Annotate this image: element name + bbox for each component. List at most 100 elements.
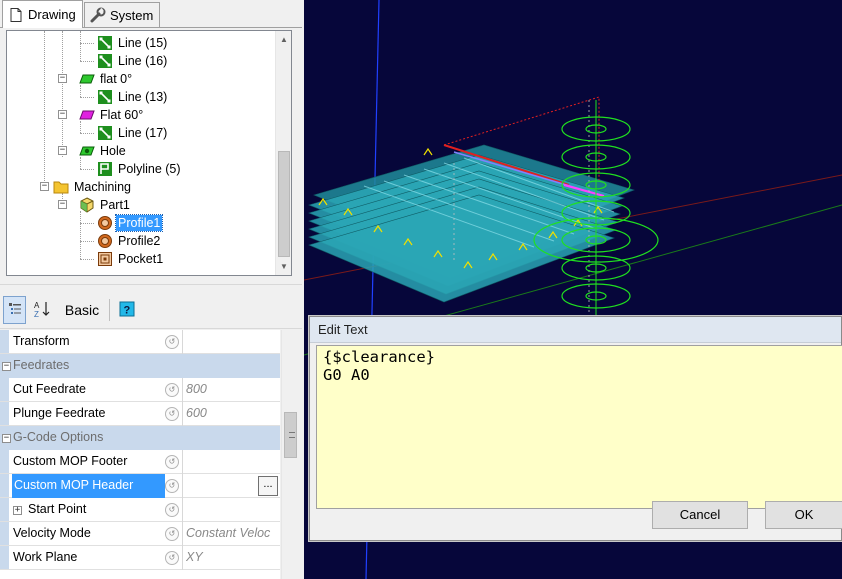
prop-row-start-point[interactable]: + Start Point ↺ (0, 498, 280, 522)
prop-category-gcode-options[interactable]: − G-Code Options (0, 426, 280, 450)
tree-connector (80, 211, 81, 259)
sort-az-icon: AZ (33, 300, 51, 321)
prop-gutter (0, 378, 9, 401)
prop-value[interactable] (186, 330, 280, 354)
prop-category-feedrates[interactable]: − Feedrates (0, 354, 280, 378)
svg-text:A: A (34, 301, 40, 310)
folder-icon (53, 179, 69, 195)
default-reset-icon[interactable]: ↺ (165, 383, 179, 397)
prop-divider (182, 402, 183, 426)
prop-row-plunge-feedrate[interactable]: Plunge Feedrate ↺ 600 (0, 402, 280, 426)
tree-item-pocket1[interactable]: Pocket1 (97, 250, 165, 268)
tree-item-label: Line (13) (118, 90, 168, 104)
prop-value[interactable]: 600 (186, 402, 280, 426)
profile-icon (97, 215, 113, 231)
line-icon (97, 125, 113, 141)
panel-splitter[interactable] (0, 284, 302, 290)
prop-value[interactable] (186, 498, 280, 522)
prop-value[interactable]: XY (186, 546, 280, 570)
tree-item-line-13[interactable]: Line (13) (97, 88, 169, 106)
tree-item-profile1[interactable]: Profile1 (97, 214, 164, 232)
tree-item-label: Machining (74, 180, 131, 194)
prop-name: Velocity Mode (13, 526, 91, 540)
default-reset-icon[interactable]: ↺ (165, 527, 179, 541)
tree-item-hole[interactable]: Hole (79, 142, 128, 160)
default-reset-icon[interactable]: ↺ (165, 455, 179, 469)
tree-item-label: Line (16) (118, 54, 168, 68)
default-reset-icon[interactable]: ↺ (165, 479, 179, 493)
layer-magenta-icon (79, 107, 95, 123)
property-scroll-thumb[interactable] (284, 412, 297, 458)
polyline-icon (97, 161, 113, 177)
alphabetical-sort-button[interactable]: AZ (31, 296, 53, 324)
prop-divider (182, 474, 183, 498)
prop-row-custom-mop-header[interactable]: Custom MOP Header ↺ ... (0, 474, 280, 498)
tree-item-label: Hole (100, 144, 126, 158)
default-reset-icon[interactable]: ↺ (165, 335, 179, 349)
collapse-toggle[interactable]: − (2, 434, 11, 443)
wrench-icon (90, 7, 106, 23)
categorized-view-button[interactable] (3, 296, 26, 324)
scroll-down-arrow-icon[interactable]: ▼ (276, 258, 291, 275)
prop-value[interactable]: Constant Veloc (186, 522, 280, 546)
default-reset-icon[interactable]: ↺ (165, 407, 179, 421)
tree-item-line-17[interactable]: Line (17) (97, 124, 169, 142)
toolbar-separator (109, 299, 110, 321)
tree-collapse-toggle[interactable]: − (40, 182, 49, 191)
prop-value[interactable]: 800 (186, 378, 280, 402)
default-reset-icon[interactable]: ↺ (165, 551, 179, 565)
tree-item-line-16[interactable]: Line (16) (97, 52, 169, 70)
tree-connector (62, 31, 63, 157)
prop-row-cut-feedrate[interactable]: Cut Feedrate ↺ 800 (0, 378, 280, 402)
prop-row-transform[interactable]: Transform ↺ (0, 330, 280, 354)
tab-system-label: System (110, 7, 154, 23)
tree-collapse-toggle[interactable]: − (58, 146, 67, 155)
prop-gutter (0, 402, 9, 425)
cancel-button[interactable]: Cancel (652, 501, 748, 529)
tree-connector (80, 61, 94, 62)
svg-text:?: ? (124, 304, 131, 316)
tree-collapse-toggle[interactable]: − (58, 110, 67, 119)
prop-row-custom-mop-footer[interactable]: Custom MOP Footer ↺ (0, 450, 280, 474)
categorized-view-icon (7, 301, 23, 320)
tree-connector (80, 241, 94, 242)
tree-connector (80, 31, 81, 61)
tab-drawing[interactable]: Drawing (2, 0, 83, 28)
tree-item-machining[interactable]: Machining (53, 178, 133, 196)
ok-button[interactable]: OK (765, 501, 842, 529)
tab-system[interactable]: System (84, 2, 161, 27)
default-reset-icon[interactable]: ↺ (165, 503, 179, 517)
tree-scrollbar[interactable]: ▲ ▼ (275, 31, 291, 275)
dialog-text-area[interactable]: {$clearance} G0 A0 (316, 345, 842, 509)
tree-item-line-15[interactable]: Line (15) (97, 34, 169, 52)
scroll-up-arrow-icon[interactable]: ▲ (276, 31, 291, 48)
expand-toggle[interactable]: + (13, 506, 22, 515)
tree-collapse-toggle[interactable]: − (58, 74, 67, 83)
tree-item-polyline-5[interactable]: Polyline (5) (97, 160, 183, 178)
basic-mode-button[interactable]: Basic (60, 296, 104, 324)
part-icon (79, 197, 95, 213)
tree-scroll-thumb[interactable] (278, 151, 290, 257)
drawing-tree[interactable]: Line (15) Line (16) − flat 0° Line (13) … (6, 30, 292, 276)
prop-row-work-plane[interactable]: Work Plane ↺ XY (0, 546, 280, 570)
property-scrollbar[interactable] (281, 330, 299, 579)
tree-item-label: Profile2 (118, 234, 161, 248)
prop-divider (182, 378, 183, 402)
property-grid: Transform ↺ − Feedrates Cut Feedrate ↺ 8… (0, 330, 280, 579)
dialog-title[interactable]: Edit Text (310, 317, 841, 343)
collapse-toggle[interactable]: − (2, 362, 11, 371)
prop-name: Plunge Feedrate (13, 406, 106, 420)
line-icon (97, 35, 113, 51)
prop-row-velocity-mode[interactable]: Velocity Mode ↺ Constant Veloc (0, 522, 280, 546)
edit-text-button[interactable]: ... (258, 476, 278, 496)
prop-name: Custom MOP Header (12, 474, 165, 498)
tree-item-profile2[interactable]: Profile2 (97, 232, 162, 250)
prop-value[interactable] (186, 450, 280, 474)
tree-item-part1[interactable]: Part1 (79, 196, 132, 214)
help-button[interactable]: ? (116, 296, 138, 324)
tree-connector (80, 223, 94, 224)
tree-collapse-toggle[interactable]: − (58, 200, 67, 209)
tree-item-flat-0[interactable]: flat 0° (79, 70, 134, 88)
edit-text-dialog: Edit Text {$clearance} G0 A0 Cancel OK (309, 316, 842, 541)
tree-item-flat-60[interactable]: Flat 60° (79, 106, 145, 124)
